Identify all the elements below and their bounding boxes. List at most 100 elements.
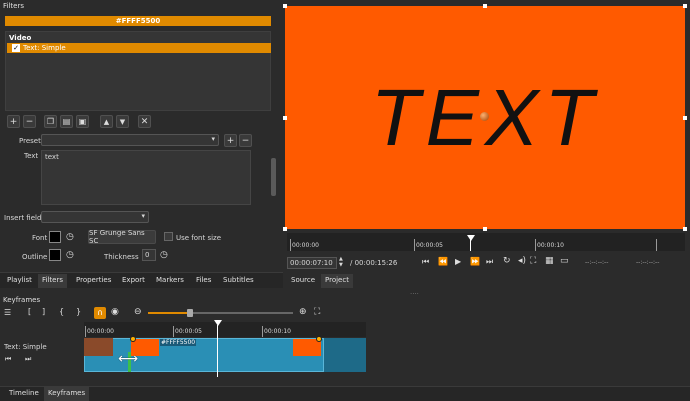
thickness-label: Thickness (104, 253, 139, 261)
keyframes-panel-title: Keyframes (3, 296, 41, 304)
keyframes-playhead[interactable] (214, 320, 222, 326)
track-prev-keyframe-icon[interactable]: ⏮ (5, 355, 11, 364)
text-field[interactable]: text (41, 150, 251, 205)
save-preset-icon[interactable]: ▣ (76, 115, 89, 128)
zoom-out-icon[interactable]: ⊖ (134, 307, 142, 317)
chevron-down-icon: ▾ (211, 135, 215, 143)
chevron-down-icon: ▾ (141, 212, 145, 220)
set-out-icon[interactable]: ] (42, 307, 45, 316)
in-point-text: --:--:--:-- (585, 259, 609, 266)
keyframe-dot-start[interactable] (130, 336, 136, 342)
remove-filter-button[interactable]: − (23, 115, 36, 128)
resize-handle-mr[interactable] (683, 116, 687, 120)
resize-handle-tc[interactable] (483, 4, 487, 8)
scrub-icon[interactable]: ◉ (111, 307, 119, 317)
move-down-icon[interactable]: ▼ (116, 115, 129, 128)
zoom-in-icon[interactable]: ⊕ (299, 307, 307, 317)
font-color-swatch[interactable] (49, 231, 61, 243)
track-label: Text: Simple (4, 343, 47, 351)
zoom-slider-handle[interactable] (187, 309, 193, 317)
resize-cursor-icon: ⟷ (118, 351, 139, 367)
zoom-fit-icon[interactable]: ⛶ (314, 307, 320, 317)
move-up-icon[interactable]: ▲ (100, 115, 113, 128)
loop-icon[interactable]: ↻ (503, 256, 511, 266)
snap-magnet-icon[interactable]: ∩ (94, 307, 106, 319)
preset-label: Preset (19, 137, 41, 145)
grid-icon[interactable]: ▦ (545, 256, 554, 266)
skip-next-icon[interactable]: ⏭ (486, 257, 493, 267)
resize-handle-br[interactable] (683, 227, 687, 231)
menu-icon[interactable]: ☰ (4, 308, 11, 317)
panel-scrollbar[interactable] (271, 158, 276, 196)
remove-preset-button[interactable]: − (239, 134, 252, 147)
add-filter-button[interactable]: + (7, 115, 20, 128)
skip-previous-icon[interactable]: ⏮ (422, 257, 429, 267)
outline-label: Outline (22, 253, 48, 261)
tab-playlist[interactable]: Playlist (3, 274, 36, 288)
next-keyframe-icon[interactable]: } (76, 307, 81, 316)
video-preview[interactable]: TEXT (285, 6, 685, 229)
outline-keyframe-clock-icon[interactable]: ◷ (66, 250, 74, 260)
font-label: Font (32, 234, 48, 242)
tab-subtitles[interactable]: Subtitles (219, 274, 258, 288)
fast-forward-icon[interactable]: ⏩ (470, 257, 480, 266)
out-point-text: --:--:--:-- (636, 259, 660, 266)
zoom-icon[interactable]: ⛶ (530, 256, 536, 266)
tab-timeline[interactable]: Timeline (5, 387, 43, 401)
tab-project[interactable]: Project (321, 274, 353, 288)
track-next-keyframe-icon[interactable]: ⏭ (25, 355, 31, 364)
tab-export[interactable]: Export (118, 274, 149, 288)
outline-color-swatch[interactable] (49, 249, 61, 261)
zoom-slider[interactable] (148, 309, 293, 317)
resize-handle-bl[interactable] (283, 227, 287, 231)
rewind-icon[interactable]: ⏪ (438, 257, 448, 266)
timecode-spin-icon[interactable]: ▲ ▼ (339, 256, 343, 268)
font-select-button[interactable]: SF Grunge Sans SC (88, 229, 156, 245)
preview-ruler[interactable]: 00:00:00 00:00:05 00:00:10 (287, 233, 685, 251)
kf-ruler-label-10: 00:00:10 (264, 328, 291, 335)
duration-text: / 00:00:15:26 (350, 259, 398, 267)
splitter-handle[interactable]: ···· (410, 290, 419, 298)
resize-handle-bc[interactable] (483, 227, 487, 231)
kf-ruler-label-0: 00:00:00 (87, 328, 114, 335)
ruler-label-5: 00:00:05 (416, 242, 443, 249)
insert-field-select[interactable]: ▾ (41, 211, 149, 223)
keyframes-playhead-line (217, 325, 218, 377)
tab-keyframes[interactable]: Keyframes (44, 387, 90, 401)
deselect-filter-icon[interactable]: ✕ (138, 115, 151, 128)
tab-source[interactable]: Source (287, 274, 319, 288)
resize-handle-tr[interactable] (683, 4, 687, 8)
font-keyframe-clock-icon[interactable]: ◷ (66, 232, 74, 242)
timecode-field[interactable]: 00:00:07:10 (287, 257, 337, 269)
keyframes-ruler[interactable]: 00:00:00 00:00:05 00:00:10 (84, 322, 366, 337)
resize-handle-ml[interactable] (283, 116, 287, 120)
set-in-icon[interactable]: [ (28, 307, 31, 316)
tab-properties[interactable]: Properties (72, 274, 115, 288)
filter-section-video: Video (9, 34, 32, 42)
use-font-size-checkbox[interactable] (164, 232, 173, 241)
resize-handle-tl[interactable] (283, 4, 287, 8)
paste-filters-icon[interactable]: ▤ (60, 115, 73, 128)
volume-icon[interactable]: ◂) (518, 256, 526, 266)
text-label: Text (24, 152, 39, 160)
tab-filters[interactable]: Filters (38, 274, 67, 288)
center-handle-icon[interactable] (480, 112, 489, 121)
thickness-keyframe-clock-icon[interactable]: ◷ (160, 250, 168, 260)
kf-ruler-label-5: 00:00:05 (175, 328, 202, 335)
play-icon[interactable]: ▶ (455, 257, 461, 266)
insert-field-label: Insert field (4, 214, 42, 222)
preset-select[interactable]: ▾ (41, 134, 219, 146)
preview-playhead[interactable] (467, 235, 475, 241)
tab-markers[interactable]: Markers (152, 274, 188, 288)
use-font-size-label: Use font size (176, 234, 222, 242)
zoom-slider-fill (148, 312, 188, 314)
keyframe-dot-end[interactable] (316, 336, 322, 342)
filter-checkbox[interactable]: ✓ (12, 44, 20, 52)
toggle-view-icon[interactable]: ▭ (560, 256, 569, 266)
filter-item-text-simple[interactable]: ✓ Text: Simple (7, 43, 271, 53)
copy-filters-icon[interactable]: ❐ (44, 115, 57, 128)
prev-keyframe-icon[interactable]: { (59, 307, 64, 316)
thickness-spinbox[interactable]: 0 (142, 249, 156, 261)
tab-files[interactable]: Files (192, 274, 215, 288)
add-preset-button[interactable]: + (224, 134, 237, 147)
